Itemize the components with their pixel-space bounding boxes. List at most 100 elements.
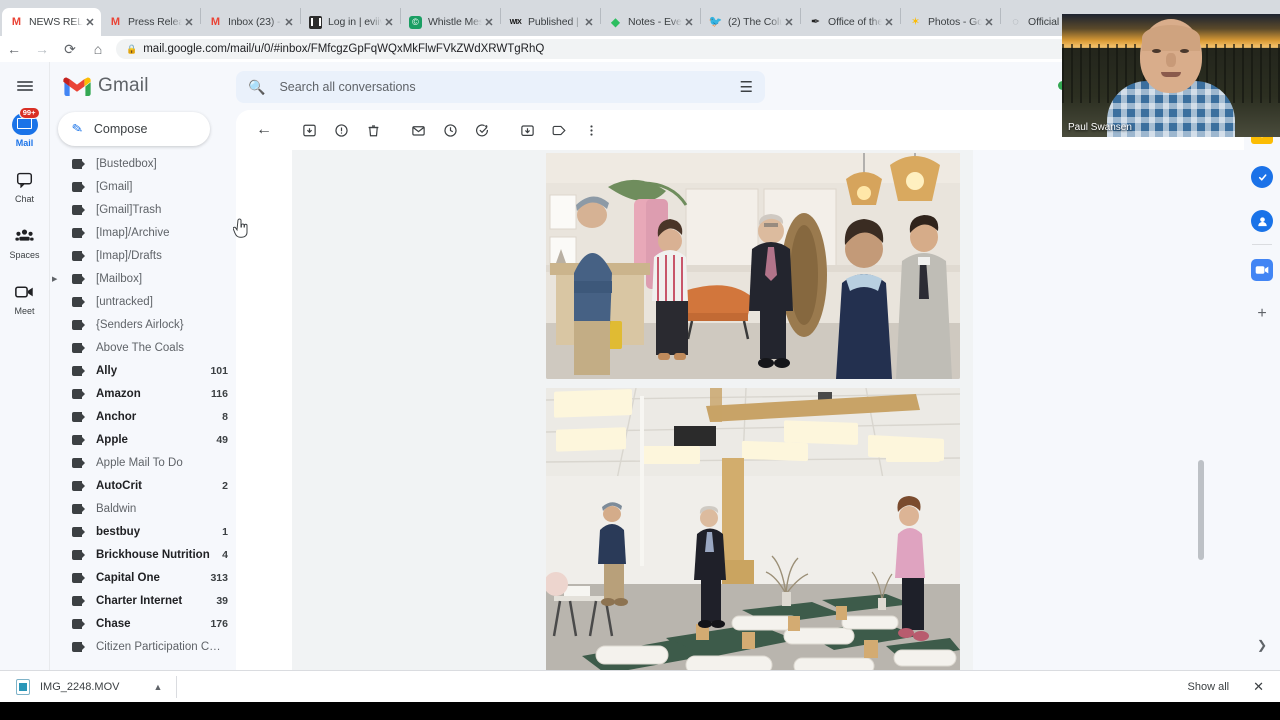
browser-tab-0[interactable]: NEWS RELEASE✕ [2,8,101,36]
close-tab-icon[interactable]: ✕ [382,15,396,29]
app-rail-item-meet[interactable]: Meet [0,274,50,322]
sidebar-label-name: Apple [96,433,128,446]
browser-tab-3[interactable]: Log in | eviivo✕ [301,8,400,36]
google-tasks-icon[interactable] [1251,166,1273,188]
app-rail-item-mail[interactable]: 99+ Mail [0,106,50,154]
get-addons-icon[interactable]: + [1251,303,1273,325]
sidebar-label-chase[interactable]: Chase 176 [50,612,236,635]
browser-tab-5[interactable]: WIX Published | Wix✕ [501,8,600,36]
close-tab-icon[interactable]: ✕ [282,15,296,29]
download-item[interactable]: IMG_2248.MOV ▲ [10,675,168,699]
sidebar-label-gmail[interactable]: [Gmail] [50,175,236,198]
close-tab-icon[interactable]: ✕ [83,15,97,29]
home-button[interactable]: ⌂ [84,37,112,61]
reload-button[interactable]: ⟳ [56,37,84,61]
sidebar-label-count: 8 [222,410,228,423]
gmail-icon [209,16,222,29]
search-bar[interactable]: 🔍 ☰ [236,71,765,103]
browser-tab-7[interactable]: 🐦 (2) The Columbi✕ [701,8,800,36]
close-tab-icon[interactable]: ✕ [982,15,996,29]
search-options-icon[interactable]: ☰ [740,78,753,96]
download-menu-chevron-icon[interactable]: ▲ [153,682,162,692]
sidebar-label-senders-airlock[interactable]: {Senders Airlock} [50,313,236,336]
main-menu-icon[interactable] [0,62,50,110]
webcam-person-mouth [1161,72,1181,77]
sidebar-label-gmail-trash[interactable]: [Gmail]Trash [50,198,236,221]
sidebar-label-anchor[interactable]: Anchor 8 [50,405,236,428]
whistle-icon [409,15,422,29]
labels-button[interactable] [543,114,575,146]
move-to-button[interactable] [511,114,543,146]
back-button[interactable]: ← [0,37,28,61]
studio-scene-illustration [546,388,960,674]
sidebar-label-baldwin[interactable]: Baldwin [50,497,236,520]
sidebar-label-untracked[interactable]: [untracked] [50,290,236,313]
expand-caret-icon[interactable]: ▶ [52,275,62,283]
attachment-image-studio[interactable] [546,388,960,674]
app-rail-item-chat[interactable]: Chat [0,162,50,210]
app-rail-item-spaces[interactable]: Spaces [0,218,50,266]
google-meet-icon[interactable] [1251,259,1273,281]
report-spam-button[interactable] [325,114,357,146]
delete-button[interactable] [357,114,389,146]
close-tab-icon[interactable]: ✕ [482,15,496,29]
sidebar-label-ally[interactable]: Ally 101 [50,359,236,382]
label-tag-icon [72,595,86,606]
sidebar-label-citizen-participation-co[interactable]: Citizen Participation Co… [50,635,236,658]
label-tag-icon [72,434,86,445]
sidebar-label-autocrit[interactable]: AutoCrit 2 [50,474,236,497]
address-bar[interactable]: 🔒 mail.google.com/mail/u/0/#inbox/FMfcgz… [116,39,1190,59]
compose-button[interactable]: ✎ Compose [58,112,210,146]
close-tab-icon[interactable]: ✕ [182,15,196,29]
browser-tab-6[interactable]: ◆ Notes - Evernot✕ [601,8,700,36]
browser-tab-2[interactable]: Inbox (23) - he✕ [201,8,300,36]
webcam-overlay[interactable]: Paul Swansen [1062,14,1280,137]
close-tab-icon[interactable]: ✕ [582,15,596,29]
attachment-image-boutique[interactable] [546,153,960,379]
search-input[interactable] [279,80,740,94]
sidebar-label-apple-mail-to-do[interactable]: Apple Mail To Do [50,451,236,474]
close-tab-icon[interactable]: ✕ [782,15,796,29]
forward-button[interactable]: → [28,37,56,61]
browser-tab-title: Log in | eviivo [328,16,382,28]
browser-tab-9[interactable]: ✶ Photos - Google✕ [901,8,1000,36]
browser-tab-8[interactable]: ✒ Office of the Ci✕ [801,8,900,36]
show-all-downloads-button[interactable]: Show all [1180,677,1238,697]
close-tab-icon[interactable]: ✕ [682,15,696,29]
reading-pane-scrollbar-thumb[interactable] [1198,460,1204,560]
sidebar-label-name: Chase [96,617,131,630]
browser-tab-4[interactable]: Whistle Messag✕ [401,8,500,36]
sidebar-label-amazon[interactable]: Amazon 116 [50,382,236,405]
browser-tab-1[interactable]: Press Release: C✕ [101,8,200,36]
sidebar-label-bestbuy[interactable]: bestbuy 1 [50,520,236,543]
sidebar-label-imap-archive[interactable]: [Imap]/Archive [50,221,236,244]
evernote-icon: ◆ [610,15,621,29]
add-to-tasks-button[interactable] [466,114,498,146]
close-tab-icon[interactable]: ✕ [882,15,896,29]
sidebar-label-charter-internet[interactable]: Charter Internet 39 [50,589,236,612]
reading-pane-scrollbar-track[interactable] [1197,198,1206,674]
sidebar-label-brickhouse-nutrition[interactable]: Brickhouse Nutrition 4 [50,543,236,566]
video-file-icon [16,678,30,695]
sidebar-label-name: [untracked] [96,295,153,308]
sidebar-label-mailbox[interactable]: ▶ [Mailbox] [50,267,236,290]
sidebar-label-imap-drafts[interactable]: [Imap]/Drafts [50,244,236,267]
label-tag-icon [72,181,86,192]
mark-unread-button[interactable] [402,114,434,146]
reading-pane-left-margin [236,150,292,674]
back-button[interactable]: ← [248,114,280,146]
google-contacts-icon[interactable] [1251,210,1273,232]
sidebar-label-count: 39 [216,594,228,607]
archive-button[interactable] [293,114,325,146]
more-button[interactable] [575,114,607,146]
sidebar-label-name: Brickhouse Nutrition [96,548,210,561]
snooze-button[interactable] [434,114,466,146]
sidebar-label-bustedbox[interactable]: [Bustedbox] [50,152,236,175]
sidebar-label-apple[interactable]: Apple 49 [50,428,236,451]
sidebar-label-above-the-coals[interactable]: Above The Coals [50,336,236,359]
side-panel-expand-chevron-icon[interactable]: ❯ [1257,638,1267,652]
label-tag-icon [72,227,86,238]
close-download-bar-button[interactable]: ✕ [1247,679,1270,695]
sidebar-label-capital-one[interactable]: Capital One 313 [50,566,236,589]
gmail-logo[interactable]: Gmail [63,75,149,97]
